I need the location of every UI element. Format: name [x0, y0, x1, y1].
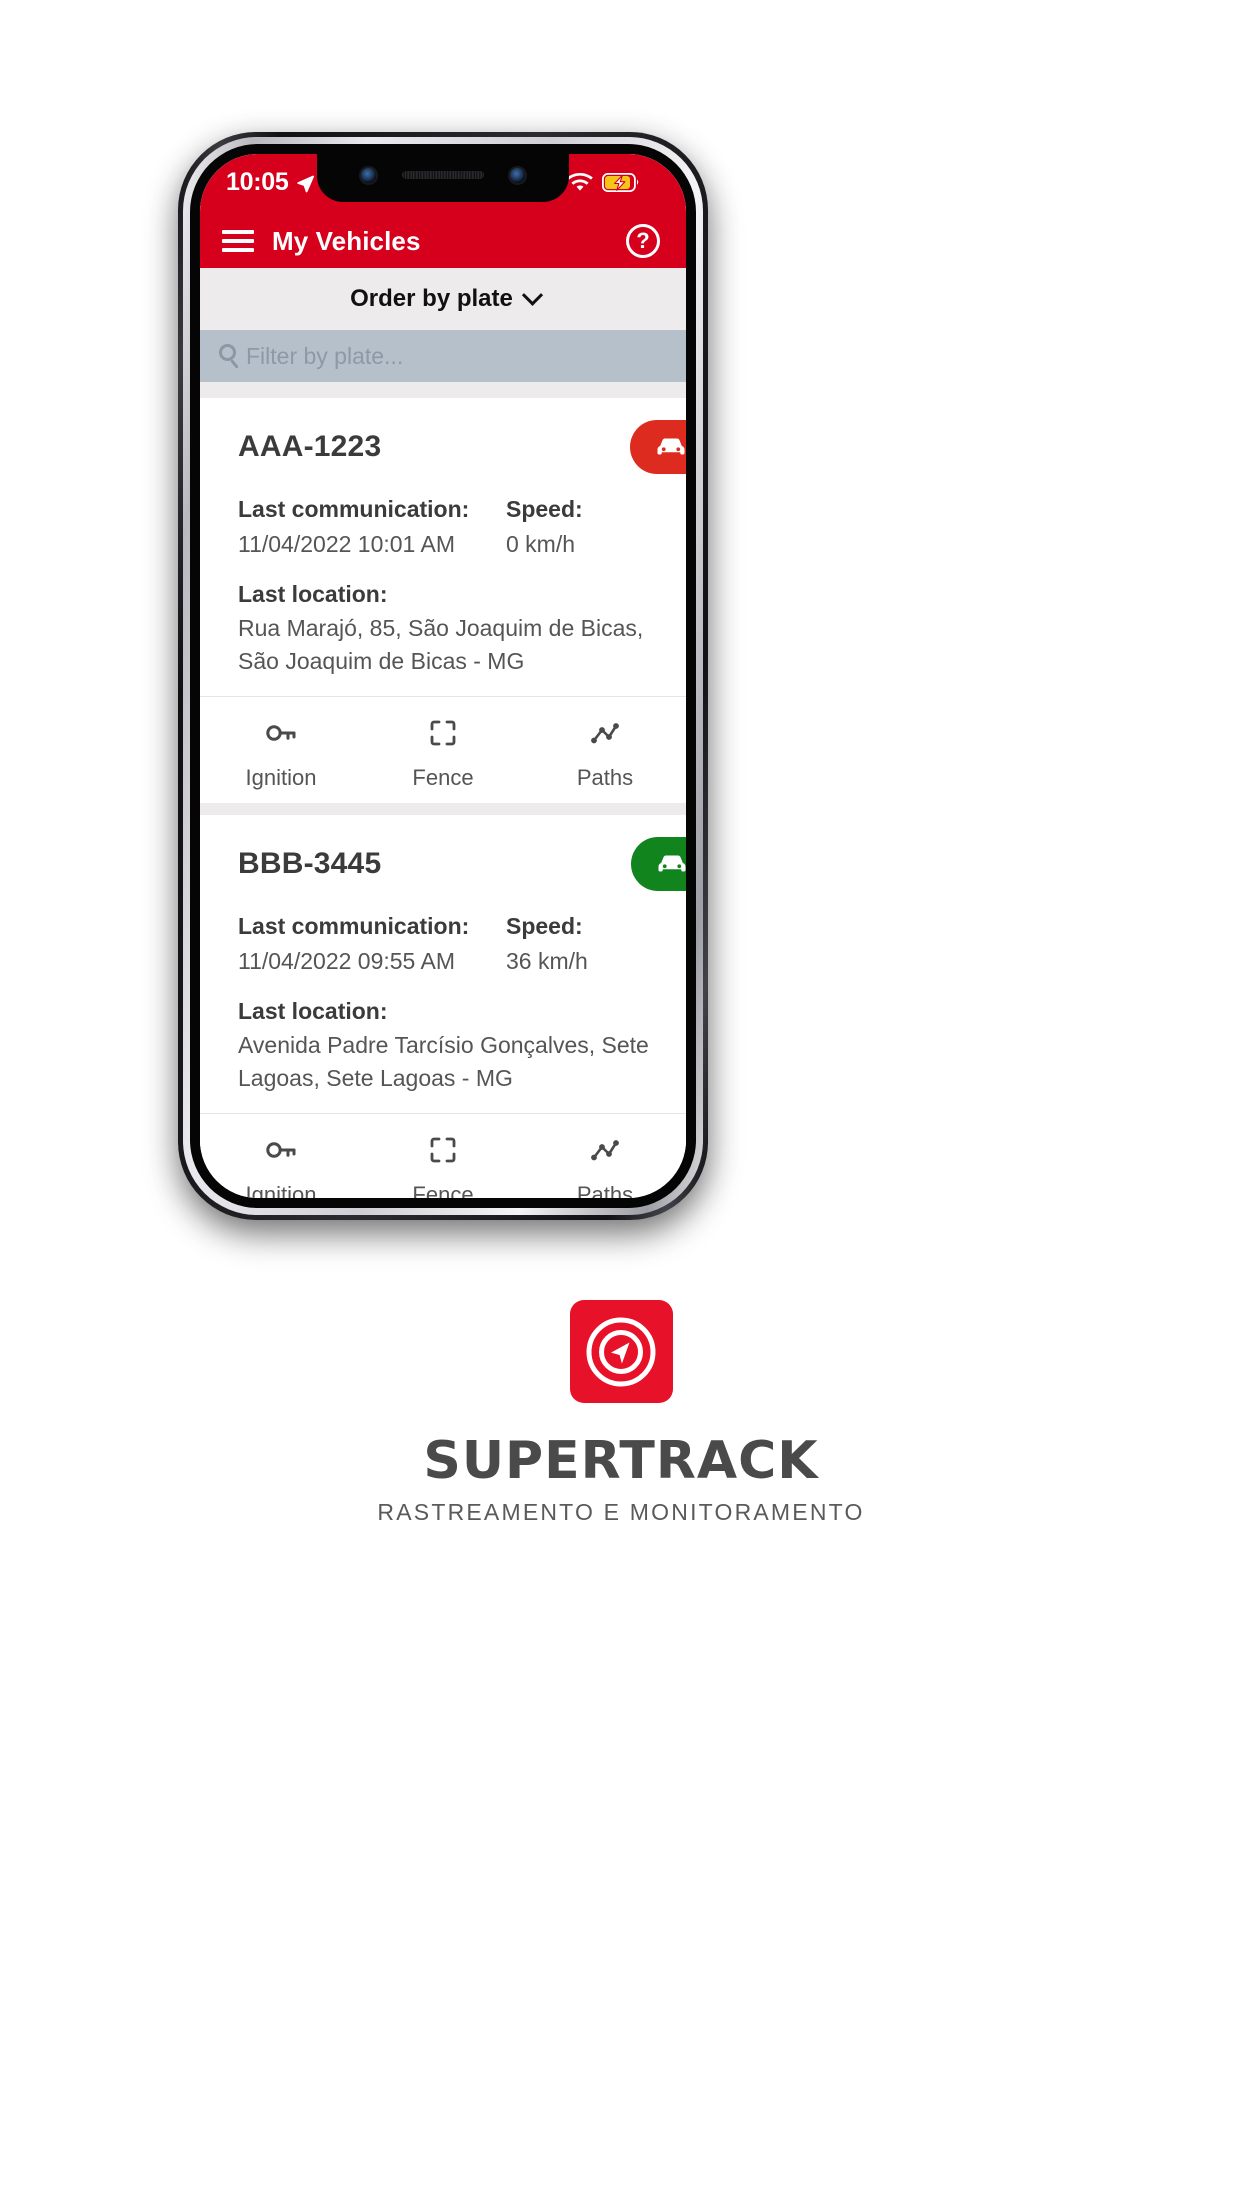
speed-label: Speed: — [506, 496, 583, 522]
phone-device-mockup: 10:05 My Vehicles ? Order by plate Filte… — [178, 132, 708, 1226]
help-icon[interactable]: ? — [626, 224, 660, 258]
last-communication-label: Last communication: — [238, 496, 470, 522]
vehicle-card[interactable]: BBB-3445 On — [200, 815, 686, 1198]
brand-lockup: SUPERTRACK RASTREAMENTO E MONITORAMENTO — [0, 1300, 1242, 1526]
last-communication-label: Last communication: — [238, 913, 470, 940]
status-bar-time: 10:05 — [226, 168, 289, 196]
car-icon — [658, 855, 686, 872]
route-line-icon — [591, 723, 619, 744]
search-section: Filter by plate... — [200, 330, 686, 382]
search-input[interactable]: Filter by plate... — [200, 330, 686, 382]
action-label: Ignition — [245, 765, 317, 791]
speed-block: Speed: 36 km/h — [506, 909, 686, 978]
last-communication-value: 11/04/2022 09:55 AM — [238, 947, 455, 974]
action-fence[interactable]: Fence — [362, 713, 524, 791]
vehicle-card-header: BBB-3445 On — [200, 815, 686, 909]
sort-by-selector[interactable]: Order by plate — [200, 268, 686, 330]
vehicle-meta-row: Last communication: 11/04/2022 10:01 AM … — [238, 492, 686, 561]
sort-by-label: Order by plate — [350, 285, 513, 312]
chevron-down-icon — [521, 284, 543, 306]
action-ignition[interactable]: Ignition — [200, 1130, 362, 1198]
status-bar-time-group: 10:05 — [226, 168, 315, 197]
vehicle-card[interactable]: AAA-1223 Off — [200, 398, 686, 804]
status-badge: Off — [629, 420, 686, 474]
key-icon — [266, 1142, 296, 1159]
last-location-value: Rua Marajó, 85, São Joaquim de Bicas, Sã… — [238, 614, 644, 674]
last-communication-block: Last communication: 11/04/2022 10:01 AM — [238, 492, 506, 561]
location-arrow-icon — [297, 175, 315, 192]
key-icon — [266, 725, 296, 741]
brand-tagline: RASTREAMENTO E MONITORAMENTO — [377, 1499, 865, 1525]
last-location-block: Last location: Avenida Padre Tarcísio Go… — [238, 994, 686, 1095]
speed-value: 0 km/h — [506, 530, 576, 557]
action-paths[interactable]: Paths — [524, 1130, 686, 1198]
list-top-spacer — [200, 382, 686, 398]
action-label: Ignition — [245, 1182, 317, 1198]
action-label: Fence — [412, 1182, 474, 1198]
last-location-value: Avenida Padre Tarcísio Gonçalves, Sete L… — [238, 1031, 649, 1092]
phone-screen: 10:05 My Vehicles ? Order by plate Filte… — [200, 154, 686, 1198]
crop-corners-icon — [430, 720, 456, 746]
vehicle-card-body: Last communication: 11/04/2022 09:55 AM … — [200, 909, 686, 1113]
face-id-sensor-icon — [510, 168, 525, 183]
action-label: Fence — [412, 765, 474, 791]
battery-charging-icon — [602, 173, 639, 192]
app-bar: My Vehicles ? — [200, 214, 686, 268]
vehicle-plate: AAA-1223 — [238, 430, 382, 463]
app-canvas: 10:05 My Vehicles ? Order by plate Filte… — [200, 154, 686, 1198]
vehicle-card-actions: Ignition Fence Paths — [200, 696, 686, 803]
speed-label: Speed: — [506, 913, 583, 940]
action-paths[interactable]: Paths — [524, 713, 686, 791]
car-icon — [657, 438, 685, 455]
action-ignition[interactable]: Ignition — [200, 713, 362, 791]
hamburger-menu-icon[interactable] — [222, 230, 254, 252]
supertrack-radar-logo — [569, 1300, 673, 1403]
speed-block: Speed: 0 km/h — [506, 492, 686, 561]
last-location-block: Last location: Rua Marajó, 85, São Joaqu… — [238, 577, 686, 678]
vehicle-card-actions: Ignition Fence Paths — [200, 1113, 686, 1198]
brand-name: SUPERTRACK — [423, 1431, 819, 1491]
search-placeholder: Filter by plate... — [246, 342, 404, 369]
card-separator — [200, 803, 686, 816]
front-camera-icon — [361, 168, 376, 183]
vehicle-plate: BBB-3445 — [238, 847, 382, 881]
action-label: Paths — [576, 765, 634, 791]
last-location-label: Last location: — [238, 998, 388, 1025]
wifi-icon — [567, 173, 593, 191]
crop-corners-icon — [430, 1137, 456, 1163]
vehicle-card-body: Last communication: 11/04/2022 10:01 AM … — [200, 492, 686, 696]
route-line-icon — [591, 1140, 619, 1161]
action-fence[interactable]: Fence — [362, 1130, 524, 1198]
radar-target-icon — [586, 1317, 656, 1386]
earpiece-speaker — [402, 171, 484, 179]
screenshot-root: 10:05 My Vehicles ? Order by plate Filte… — [0, 0, 1242, 2208]
vehicle-meta-row: Last communication: 11/04/2022 09:55 AM … — [238, 909, 686, 978]
vehicle-card-header: AAA-1223 Off — [200, 398, 686, 492]
device-frame: 10:05 My Vehicles ? Order by plate Filte… — [178, 132, 708, 1220]
last-communication-block: Last communication: 11/04/2022 09:55 AM — [238, 909, 506, 978]
device-notch — [317, 154, 569, 202]
last-communication-value: 11/04/2022 10:01 AM — [238, 530, 455, 557]
last-location-label: Last location: — [238, 581, 388, 607]
speed-value: 36 km/h — [506, 947, 588, 974]
status-badge: On — [631, 837, 686, 892]
search-icon — [218, 343, 244, 369]
page-title: My Vehicles — [272, 225, 421, 256]
action-label: Paths — [576, 1182, 634, 1198]
